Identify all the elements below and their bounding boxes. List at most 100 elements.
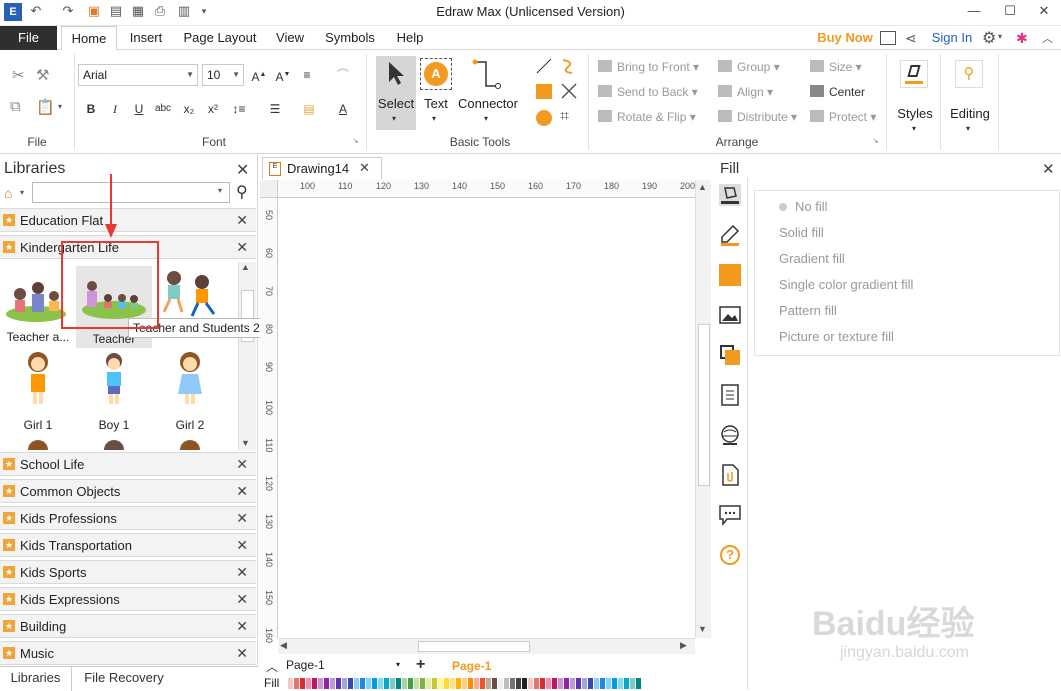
- home-icon[interactable]: ⌂: [4, 185, 12, 201]
- color-swatch[interactable]: [534, 678, 539, 689]
- distribute-button[interactable]: Distribute ▾: [718, 110, 797, 124]
- canvas-vertical-scrollbar[interactable]: ▲ ▼: [695, 180, 711, 638]
- close-category-icon[interactable]: ✕: [236, 645, 248, 662]
- strikethrough-icon[interactable]: abc: [154, 100, 172, 118]
- text-tool-label[interactable]: Text: [418, 96, 454, 111]
- color-swatch[interactable]: [402, 678, 407, 689]
- tab-home[interactable]: Home: [61, 26, 117, 51]
- collapse-ribbon-icon[interactable]: ︿: [1042, 30, 1053, 46]
- shape-girl-2[interactable]: [174, 350, 206, 406]
- palette-swatches[interactable]: [288, 678, 642, 689]
- page-select[interactable]: Page-1 ▾: [286, 658, 404, 674]
- library-category-music[interactable]: ★ Music ✕: [0, 641, 256, 665]
- close-window-icon[interactable]: ✕: [1026, 0, 1061, 22]
- color-swatch[interactable]: [600, 678, 605, 689]
- curve-tool-icon[interactable]: [560, 58, 576, 74]
- color-swatch[interactable]: [588, 678, 593, 689]
- buy-now-link[interactable]: Buy Now: [816, 26, 874, 50]
- grow-font-icon[interactable]: A▲: [250, 66, 268, 84]
- fill-option-no-fill[interactable]: No fill: [779, 199, 828, 214]
- close-category-icon[interactable]: ✕: [236, 564, 248, 581]
- superscript-icon[interactable]: x²: [204, 100, 222, 118]
- color-swatch[interactable]: [390, 678, 395, 689]
- size-button[interactable]: Size ▾: [810, 60, 862, 74]
- fill-option-picture-texture[interactable]: Picture or texture fill: [779, 329, 894, 344]
- shape-partial[interactable]: [104, 440, 124, 450]
- center-button[interactable]: Center: [810, 85, 865, 99]
- color-swatch[interactable]: [330, 678, 335, 689]
- font-size-combo[interactable]: 10 ▼: [202, 64, 244, 86]
- scroll-left-icon[interactable]: ◀: [280, 640, 287, 651]
- italic-icon[interactable]: I: [106, 100, 124, 118]
- library-category-kids-professions[interactable]: ★ Kids Professions ✕: [0, 506, 256, 530]
- scroll-down-icon[interactable]: ▼: [241, 438, 250, 448]
- color-swatch[interactable]: [306, 678, 311, 689]
- color-swatch[interactable]: [336, 678, 341, 689]
- close-category-icon[interactable]: ✕: [236, 239, 248, 256]
- fill-option-pattern-fill[interactable]: Pattern fill: [779, 303, 837, 318]
- library-category-kids-sports[interactable]: ★ Kids Sports ✕: [0, 560, 256, 584]
- close-category-icon[interactable]: ✕: [236, 618, 248, 635]
- help-icon[interactable]: ?: [719, 544, 741, 566]
- color-swatch[interactable]: [516, 678, 521, 689]
- color-swatch[interactable]: [324, 678, 329, 689]
- color-swatch[interactable]: [420, 678, 425, 689]
- scroll-up-icon[interactable]: ▲: [698, 182, 707, 192]
- font-color-icon[interactable]: A: [334, 100, 352, 118]
- color-swatch[interactable]: [378, 678, 383, 689]
- color-swatch[interactable]: [288, 678, 293, 689]
- active-page-tab[interactable]: Page-1: [452, 659, 491, 673]
- home-dropdown-icon[interactable]: ▾: [20, 188, 24, 197]
- shape-running-kids[interactable]: [160, 266, 222, 322]
- color-swatch[interactable]: [414, 678, 419, 689]
- chevron-down-icon[interactable]: ▾: [432, 114, 436, 123]
- library-category-building[interactable]: ★ Building ✕: [0, 614, 256, 638]
- editing-label[interactable]: Editing: [946, 106, 994, 121]
- search-dropdown-icon[interactable]: ▾: [218, 186, 222, 195]
- color-swatch[interactable]: [372, 678, 377, 689]
- color-swatch[interactable]: [546, 678, 551, 689]
- close-category-icon[interactable]: ✕: [236, 456, 248, 473]
- color-swatch[interactable]: [504, 678, 509, 689]
- fill-option-solid-fill[interactable]: Solid fill: [779, 225, 824, 240]
- cart-icon[interactable]: [880, 31, 896, 45]
- close-category-icon[interactable]: ✕: [236, 483, 248, 500]
- tab-file[interactable]: File: [0, 26, 57, 50]
- color-swatch[interactable]: [318, 678, 323, 689]
- library-scrollbar[interactable]: ▲ ▼: [238, 262, 256, 450]
- color-swatch[interactable]: [456, 678, 461, 689]
- chevron-down-icon[interactable]: ▾: [966, 124, 970, 133]
- library-category-school-life[interactable]: ★ School Life ✕: [0, 452, 256, 476]
- color-swatch[interactable]: [444, 678, 449, 689]
- scroll-thumb[interactable]: [698, 324, 710, 486]
- maximize-icon[interactable]: ☐: [992, 0, 1028, 22]
- shape-partial[interactable]: [180, 440, 200, 450]
- shadow-color-icon[interactable]: [719, 264, 741, 286]
- protect-button[interactable]: Protect ▾: [810, 110, 876, 124]
- copy-icon[interactable]: ⧉: [10, 98, 21, 115]
- document-tab[interactable]: E Drawing14 ✕: [262, 157, 382, 179]
- tab-file-recovery[interactable]: File Recovery: [76, 667, 172, 691]
- search-icon[interactable]: ⚲: [236, 182, 248, 202]
- scroll-down-icon[interactable]: ▼: [698, 624, 707, 634]
- color-swatch[interactable]: [498, 678, 503, 689]
- close-category-icon[interactable]: ✕: [236, 212, 248, 229]
- color-swatch[interactable]: [432, 678, 437, 689]
- bring-to-front-button[interactable]: Bring to Front ▾: [598, 60, 699, 74]
- shape-teacher-and-students[interactable]: [4, 270, 68, 326]
- text-direction-icon[interactable]: ⌒: [334, 66, 352, 84]
- color-swatch[interactable]: [354, 678, 359, 689]
- color-swatch[interactable]: [564, 678, 569, 689]
- radio-icon[interactable]: [779, 203, 787, 211]
- close-category-icon[interactable]: ✕: [236, 537, 248, 554]
- color-swatch[interactable]: [450, 678, 455, 689]
- color-swatch[interactable]: [408, 678, 413, 689]
- color-swatch[interactable]: [480, 678, 485, 689]
- tab-view[interactable]: View: [270, 26, 310, 50]
- shape-partial[interactable]: [28, 440, 48, 450]
- chevron-down-icon[interactable]: ▾: [396, 660, 400, 669]
- page-properties-icon[interactable]: [719, 384, 741, 406]
- tab-symbols[interactable]: Symbols: [318, 26, 382, 50]
- color-swatch[interactable]: [624, 678, 629, 689]
- close-libraries-icon[interactable]: ✕: [236, 160, 249, 180]
